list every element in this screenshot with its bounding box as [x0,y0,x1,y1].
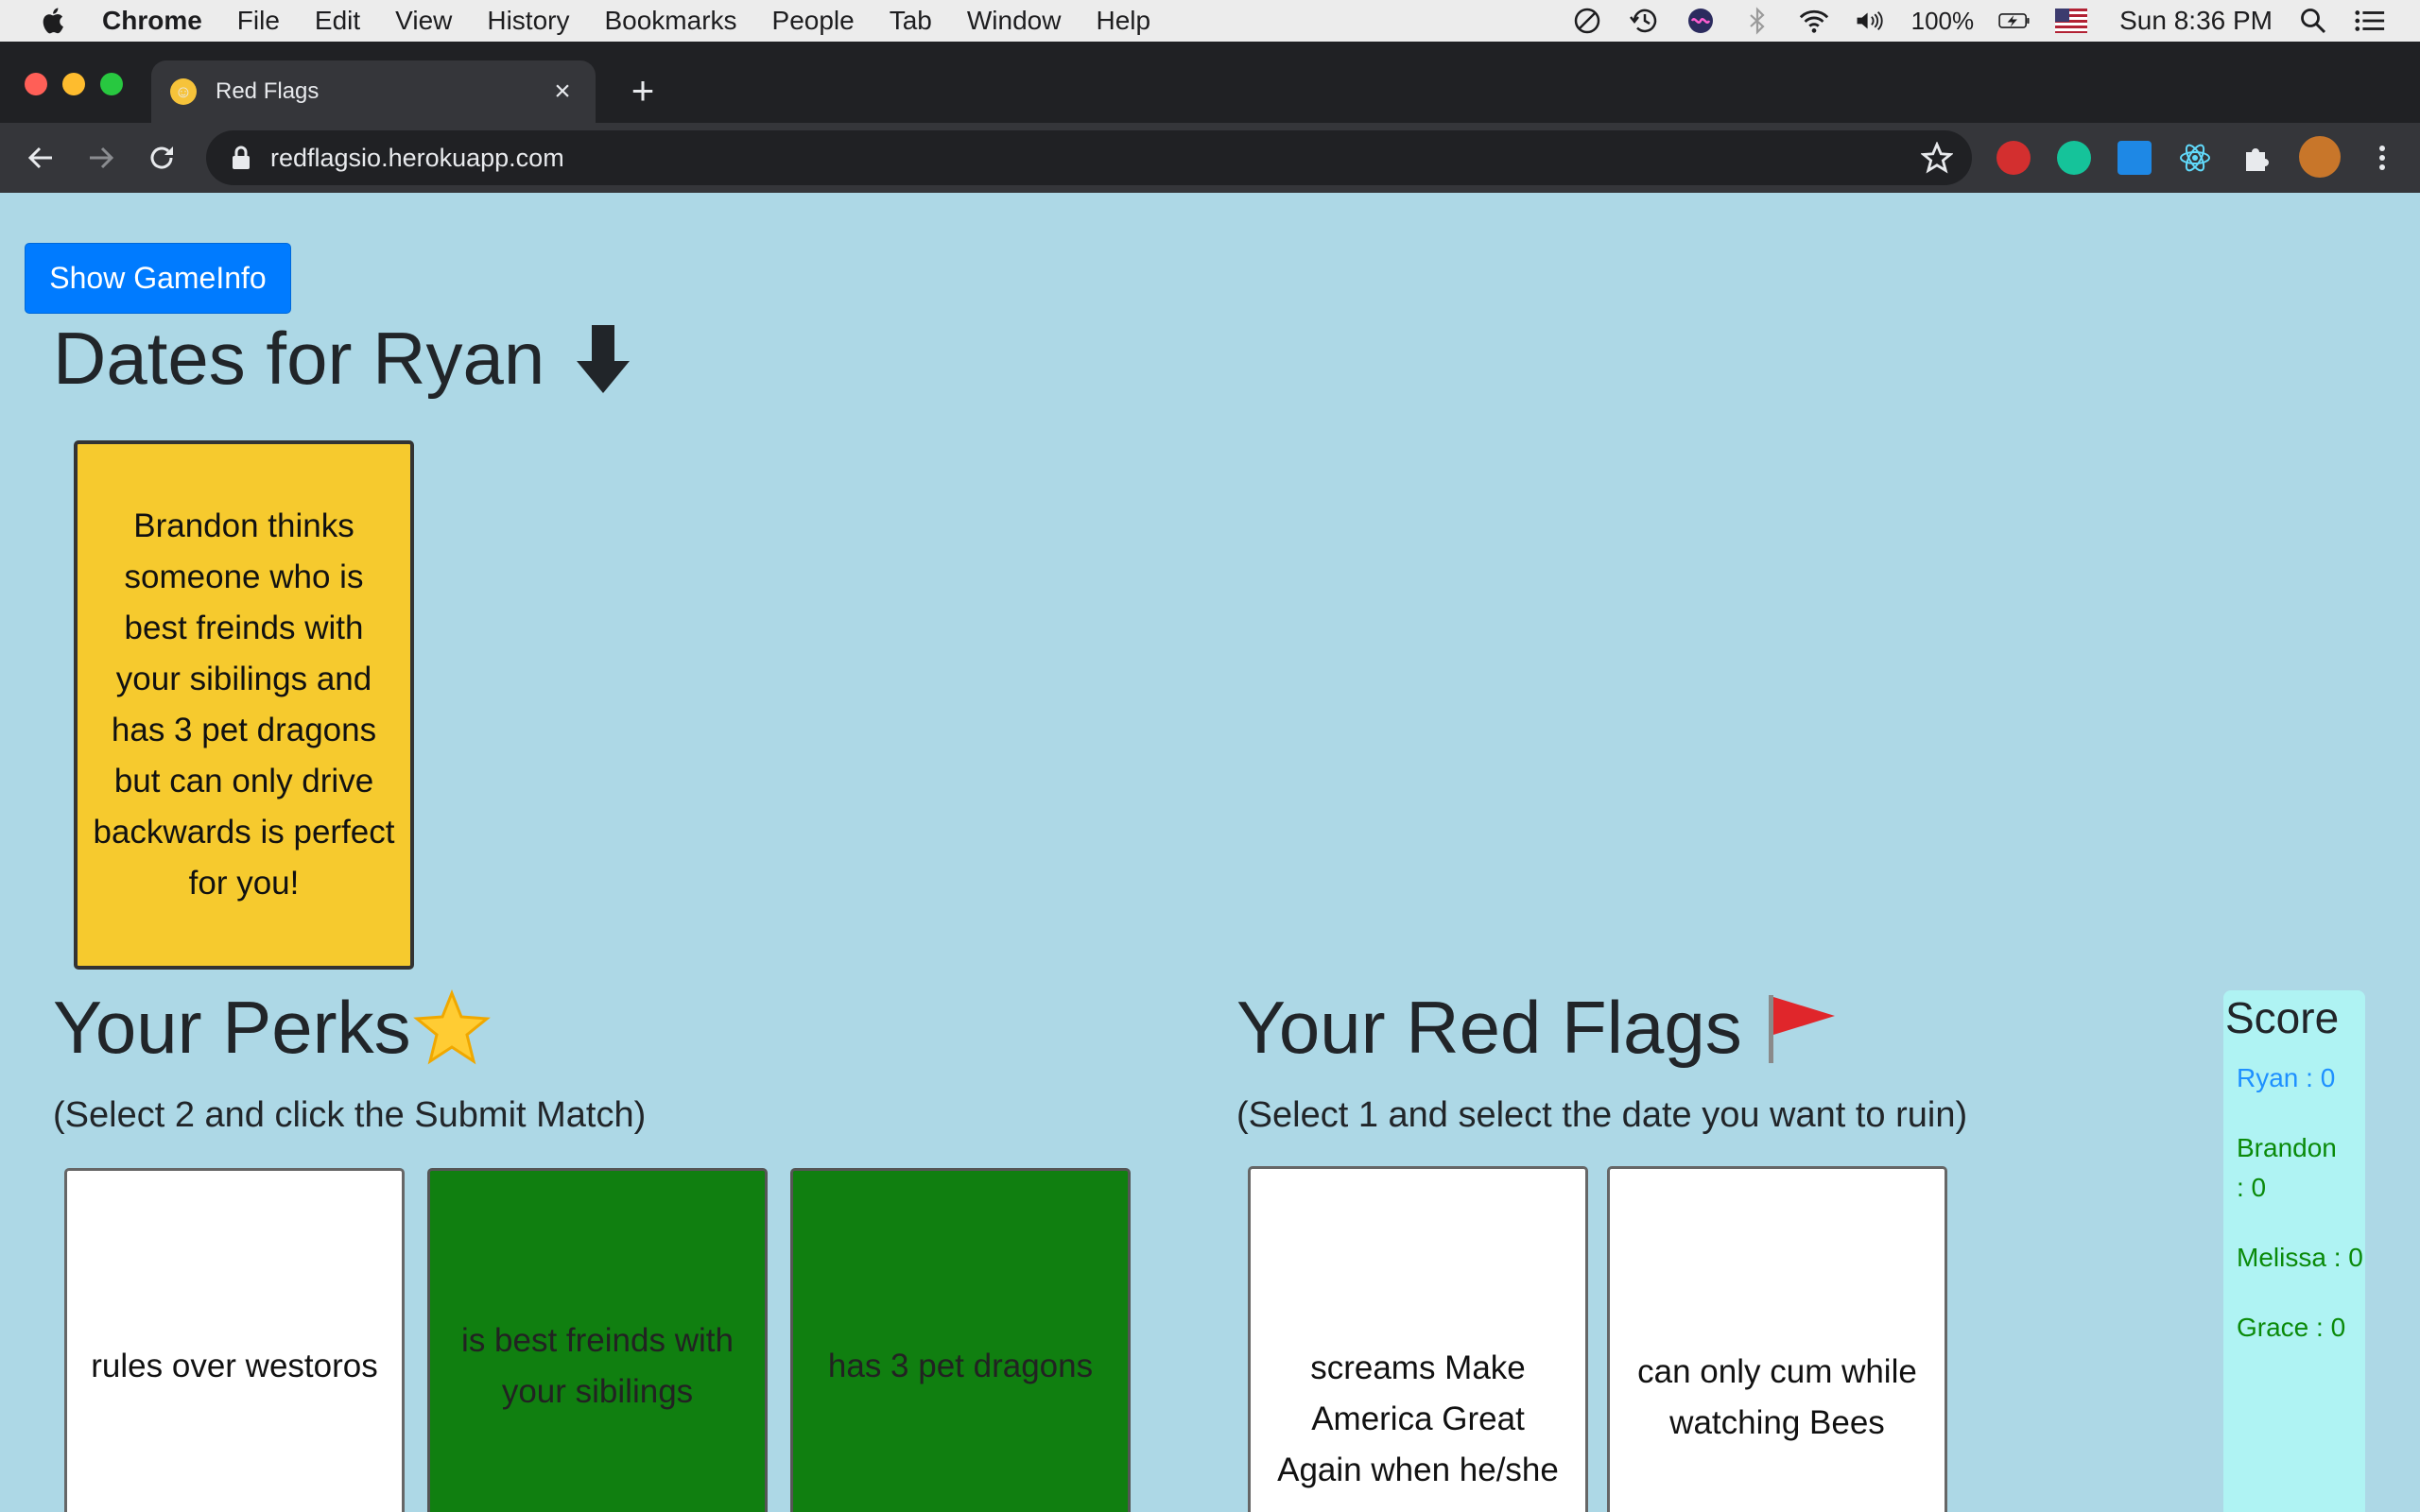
red-flag-card-text: can only cum while watching Bees [1637,1353,1917,1441]
volume-icon[interactable] [1855,7,1887,35]
bluetooth-icon[interactable] [1741,7,1773,35]
adblock-extension-icon[interactable] [1996,141,2031,175]
score-melissa: Melissa : 0 [2237,1243,2363,1272]
perk-card-selected[interactable]: has 3 pet dragons [790,1168,1131,1512]
menu-window[interactable]: Window [967,6,1062,36]
wifi-icon[interactable] [1798,7,1830,35]
browser-tab-active[interactable]: ☺ Red Flags × [151,60,596,123]
window-minimize-button[interactable] [62,73,85,95]
menu-file[interactable]: File [237,6,280,36]
menu-people[interactable]: People [772,6,855,36]
red-flag-emoji-icon [1768,994,1835,1063]
menu-view[interactable]: View [395,6,452,36]
profile-avatar[interactable] [2299,136,2341,178]
red-flag-card[interactable]: screams Make America Great Again when he… [1248,1166,1588,1512]
score-grace: Grace : 0 [2237,1313,2346,1342]
menu-help[interactable]: Help [1096,6,1150,36]
date-card-text: Brandon thinks someone who is best frein… [93,507,395,902]
grammarly-extension-icon[interactable] [2057,141,2091,175]
input-source-flag-icon[interactable] [2055,7,2088,35]
perks-title-text: Your Perks [53,986,411,1069]
do-not-disturb-icon[interactable] [1571,7,1603,35]
address-bar[interactable]: redflagsio.herokuapp.com [206,130,1972,185]
perk-card-selected[interactable]: is best freinds with your sibilings [427,1168,768,1512]
red-flags-instruction: (Select 1 and select the date you want t… [1236,1095,1968,1135]
macos-menu-bar: Chrome File Edit View History Bookmarks … [0,0,2420,42]
red-flags-title-text: Your Red Flags [1236,986,1742,1069]
window-close-button[interactable] [25,73,47,95]
back-icon[interactable] [19,136,62,180]
star-emoji-icon [412,988,491,1064]
perk-card-text: rules over westoros [91,1348,378,1384]
menu-tab[interactable]: Tab [890,6,932,36]
down-arrow-icon [577,324,631,393]
url-text[interactable]: redflagsio.herokuapp.com [270,144,564,173]
tab-title: Red Flags [216,78,320,104]
menu-edit[interactable]: Edit [315,6,360,36]
score-title: Score [2225,993,2340,1042]
menu-history[interactable]: History [487,6,569,36]
notification-center-icon[interactable] [2354,7,2386,35]
score-ryan: Ryan : 0 [2237,1063,2336,1092]
perks-heading: Your Perks [53,985,491,1071]
spotlight-search-icon[interactable] [2297,7,2329,35]
perks-instruction: (Select 2 and click the Submit Match) [53,1095,647,1135]
apple-menu-icon[interactable] [38,5,70,37]
dates-title-text: Dates for Ryan [53,317,545,400]
dates-heading: Dates for Ryan [53,316,633,402]
reload-icon[interactable] [140,136,183,180]
react-devtools-extension-icon[interactable] [2178,141,2212,175]
red-flag-card[interactable]: can only cum while watching Bees [1607,1166,1947,1512]
date-card[interactable]: Brandon thinks someone who is best frein… [74,440,414,970]
red-flag-card-text: screams Make America Great Again when he… [1277,1349,1559,1512]
perk-card-text: has 3 pet dragons [827,1348,1094,1384]
window-resizer-extension-icon[interactable] [2118,141,2152,175]
time-machine-icon[interactable] [1628,7,1660,35]
score-brandon: Brandon : 0 [2237,1133,2337,1202]
forward-icon[interactable] [79,136,123,180]
battery-charging-icon[interactable] [1998,7,2031,35]
chrome-toolbar: redflagsio.herokuapp.com [0,123,2420,193]
bookmark-star-icon[interactable] [1921,142,1953,174]
menubar-clock[interactable]: Sun 8:36 PM [2119,6,2273,36]
lock-icon[interactable] [231,146,251,170]
menu-bookmarks[interactable]: Bookmarks [604,6,736,36]
new-tab-icon[interactable]: + [622,68,664,112]
tab-close-icon[interactable]: × [546,76,579,108]
chrome-tab-strip: ☺ Red Flags × + [0,42,2420,123]
score-panel: Score Ryan : 0 Brandon : 0 Melissa : 0 G… [2223,990,2365,1512]
menubar-status-area: 100% Sun 8:36 PM [1571,0,2386,42]
extensions-puzzle-icon[interactable] [2238,141,2273,175]
game-page: Show GameInfo Dates for Ryan Brandon thi… [0,193,2420,1512]
menu-chrome[interactable]: Chrome [102,6,202,36]
red-flags-heading: Your Red Flags [1236,985,1841,1071]
perk-card-text: is best freinds with your sibilings [461,1322,734,1410]
perk-card[interactable]: rules over westoros [64,1168,405,1512]
siri-icon[interactable] [1685,7,1717,35]
tab-favicon-icon: ☺ [170,78,197,105]
window-zoom-button[interactable] [100,73,123,95]
chrome-menu-icon[interactable] [2365,141,2399,175]
battery-percent: 100% [1910,6,1975,35]
show-gameinfo-button[interactable]: Show GameInfo [25,243,291,314]
